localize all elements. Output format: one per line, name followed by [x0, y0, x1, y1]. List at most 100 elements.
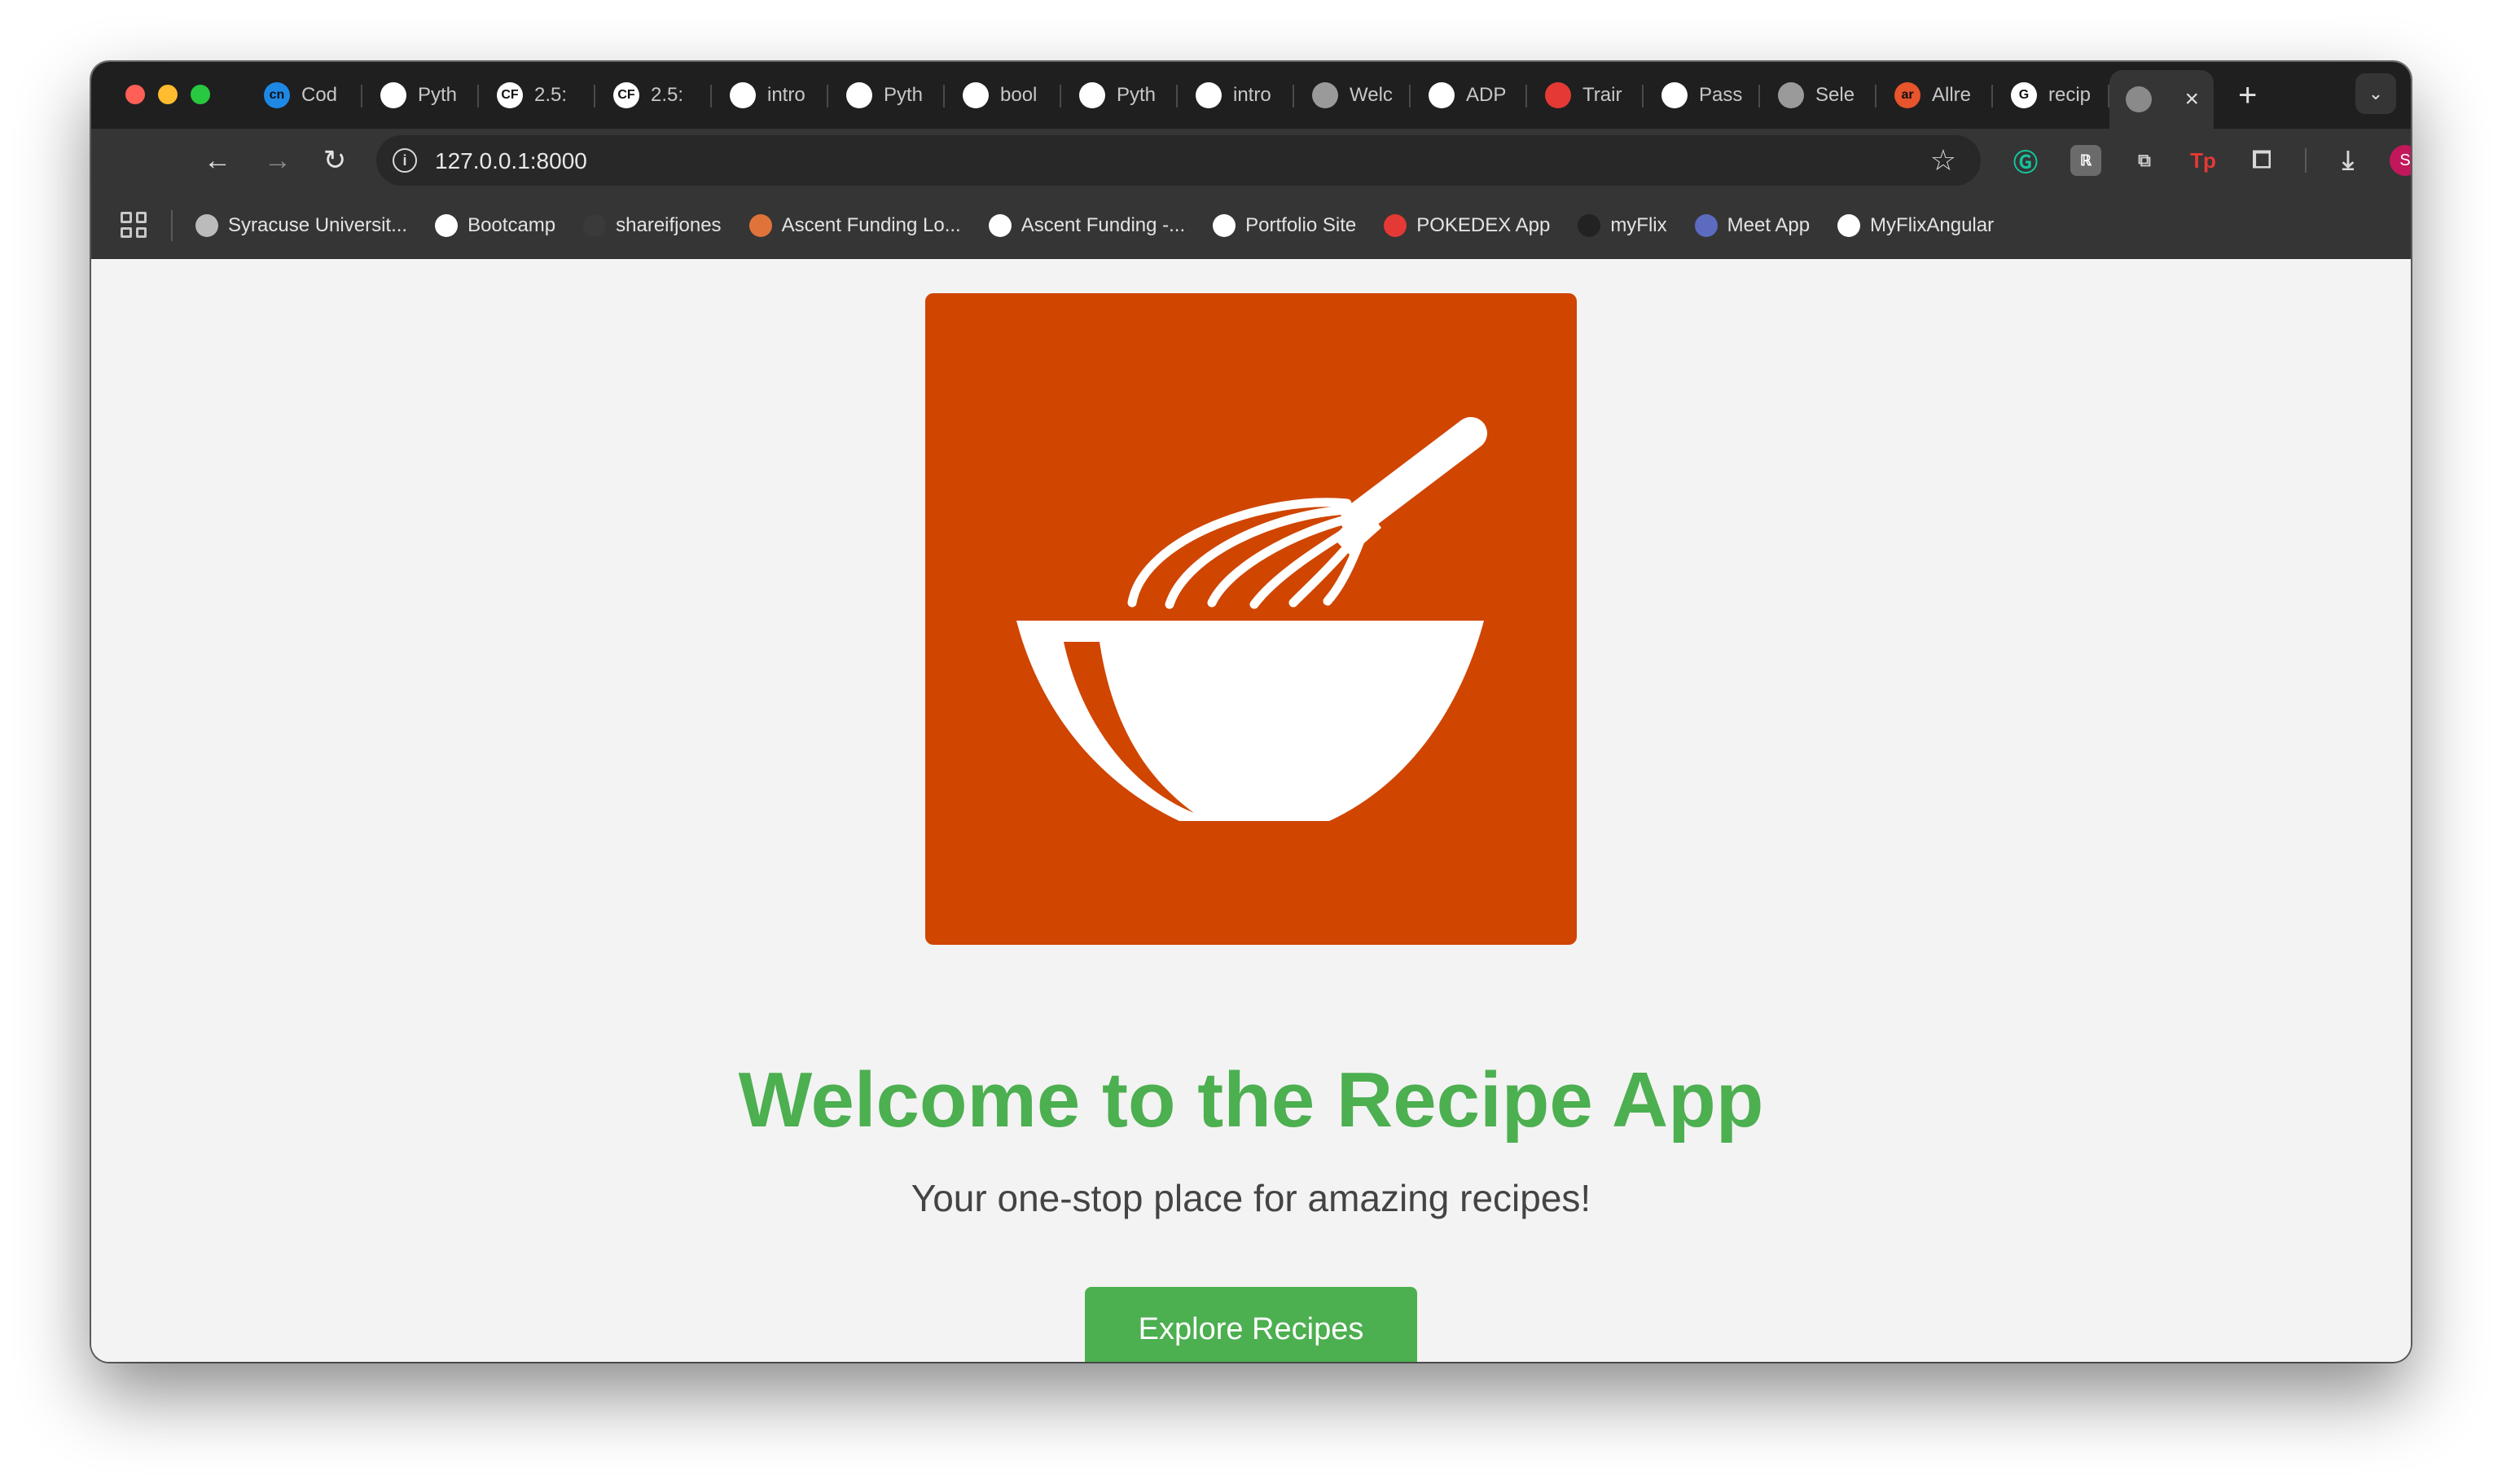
browser-tab[interactable]: Pyth — [362, 70, 479, 121]
globe-icon — [1778, 82, 1804, 108]
tabs: cn Cod Pyth CF 2.5: CF 2.5: intro Pyth bool Pyth in… — [246, 70, 2257, 129]
tab-label: Welc — [1350, 84, 1393, 106]
bookmark-star-icon[interactable]: ☆ — [1930, 143, 1956, 178]
minimize-window-button[interactable] — [158, 85, 178, 104]
reload-icon: ↻ — [323, 145, 347, 176]
tab-label: 2.5: — [534, 84, 568, 106]
bookmark-item[interactable]: Ascent Funding -... — [988, 214, 1186, 237]
bookmark-item[interactable]: shareifjones — [583, 214, 722, 237]
bookmark-label: shareifjones — [616, 214, 722, 236]
recipe-logo-image — [925, 293, 1577, 945]
training-icon — [1545, 82, 1571, 108]
bookmark-item[interactable]: Syracuse Universit... — [195, 214, 407, 237]
tab-label: bool — [1000, 84, 1038, 106]
careerfoundry-icon — [435, 214, 459, 237]
browser-tab[interactable]: Pyth — [1061, 70, 1178, 121]
github-icon — [583, 214, 607, 237]
whisk-bowl-icon — [1016, 417, 1487, 821]
tab-label: ADP — [1466, 84, 1507, 106]
tab-label: 2.5: — [651, 84, 684, 106]
site-info-icon[interactable]: i — [393, 148, 417, 173]
browser-toolbar: ← → ↻ i 127.0.0.1:8000 ☆ Ⓖ ℝ ⧉ Tp ⧠ ⤓ S … — [91, 129, 2411, 192]
ascent-icon — [988, 214, 1012, 237]
bookmark-label: Portfolio Site — [1245, 214, 1357, 236]
bookmark-label: myFlix — [1610, 214, 1667, 236]
browser-tab[interactable]: Welc — [1294, 70, 1411, 121]
portfolio-icon — [1213, 214, 1236, 237]
arrow-right-icon: → — [264, 144, 292, 176]
bookmark-item[interactable]: Ascent Funding Lo... — [748, 214, 961, 237]
codecademy-icon: cn — [264, 82, 290, 108]
page-subtitle: Your one-stop place for amazing recipes! — [911, 1177, 1591, 1219]
tab-label: Trair — [1582, 84, 1622, 106]
bookmark-label: Ascent Funding -... — [1021, 214, 1186, 236]
extension-tabs-icon[interactable]: ⧉ — [2129, 145, 2160, 176]
forward-button[interactable]: → — [261, 143, 295, 178]
pokeball-icon — [1384, 214, 1407, 237]
download-icon[interactable]: ⤓ — [2333, 145, 2364, 176]
page-content: Welcome to the Recipe App Your one-stop … — [91, 259, 2411, 1362]
pass-icon — [1661, 82, 1688, 108]
address-bar[interactable]: i 127.0.0.1:8000 ☆ — [376, 135, 1981, 186]
browser-tab[interactable]: Grecip — [1993, 70, 2109, 121]
close-tab-icon[interactable]: × — [2184, 86, 2199, 113]
browser-tab[interactable]: ADP — [1411, 70, 1527, 121]
bookmark-label: Meet App — [1727, 214, 1811, 236]
careerfoundry-icon: CF — [613, 82, 639, 108]
github-icon — [963, 82, 989, 108]
explore-recipes-button[interactable]: Explore Recipes — [1085, 1287, 1417, 1362]
angular-icon — [1837, 214, 1861, 237]
tab-label: Pyth — [884, 84, 924, 106]
grammarly-icon[interactable]: Ⓖ — [2010, 145, 2041, 177]
tab-label: intro — [767, 84, 805, 106]
extension-icon[interactable]: ℝ — [2070, 145, 2101, 176]
bookmark-label: MyFlixAngular — [1870, 214, 1995, 236]
google-icon: G — [2011, 82, 2037, 108]
browser-tab[interactable]: CF 2.5: — [595, 70, 712, 121]
tp-extension-icon[interactable]: Tp — [2188, 145, 2219, 176]
bookmark-item[interactable]: POKEDEX App — [1384, 214, 1550, 237]
browser-tab[interactable]: CF 2.5: — [479, 70, 595, 121]
browser-tab[interactable]: cn Cod — [246, 70, 362, 121]
tab-search-button[interactable]: ⌄ — [2355, 73, 2396, 114]
meet-icon — [1694, 214, 1718, 237]
browser-tab[interactable]: Pyth — [828, 70, 945, 121]
bookmark-item[interactable]: myFlix — [1578, 214, 1667, 237]
profile-avatar[interactable]: S — [2390, 145, 2411, 176]
github-icon — [846, 82, 872, 108]
reload-button[interactable]: ↻ — [318, 143, 352, 178]
bookmark-item[interactable]: Portfolio Site — [1213, 214, 1356, 237]
browser-tab[interactable]: Pass — [1644, 70, 1760, 121]
browser-tab-active[interactable]: × — [2109, 70, 2214, 129]
bookmark-label: POKEDEX App — [1416, 214, 1551, 236]
browser-tab[interactable]: bool — [945, 70, 1061, 121]
browser-tab[interactable]: intro — [1178, 70, 1294, 121]
apps-grid-icon[interactable] — [121, 212, 147, 238]
maximize-window-button[interactable] — [191, 85, 210, 104]
browser-tab[interactable]: intro — [712, 70, 828, 121]
github-icon — [380, 82, 406, 108]
bookmark-item[interactable]: MyFlixAngular — [1837, 214, 1994, 237]
github-icon — [1079, 82, 1105, 108]
browser-tab[interactable]: Sele — [1760, 70, 1876, 121]
tab-label: Pass — [1699, 84, 1743, 106]
browser-window: cn Cod Pyth CF 2.5: CF 2.5: intro Pyth bool Pyth in… — [91, 62, 2411, 1362]
bookmark-label: Bootcamp — [467, 214, 556, 236]
bookmark-item[interactable]: Meet App — [1694, 214, 1811, 237]
chevron-down-icon: ⌄ — [2368, 83, 2384, 103]
bookmark-item[interactable]: Bootcamp — [435, 214, 555, 237]
new-tab-button[interactable]: + — [2238, 77, 2257, 114]
close-window-button[interactable] — [125, 85, 145, 104]
browser-tab[interactable]: ar Allre — [1876, 70, 1993, 121]
bookmarks-divider — [171, 210, 173, 241]
browser-tab[interactable]: Trair — [1527, 70, 1644, 121]
tab-label: Sele — [1815, 84, 1855, 106]
tab-label: Allre — [1932, 84, 1972, 106]
tab-label: Pyth — [418, 84, 458, 106]
page-title: Welcome to the Recipe App — [738, 1056, 1764, 1144]
tab-label: intro — [1233, 84, 1271, 106]
back-button[interactable]: ← — [200, 143, 235, 178]
myflix-icon — [1578, 214, 1601, 237]
ascent-icon — [748, 214, 772, 237]
extensions-puzzle-icon[interactable]: ⧠ — [2246, 145, 2277, 176]
